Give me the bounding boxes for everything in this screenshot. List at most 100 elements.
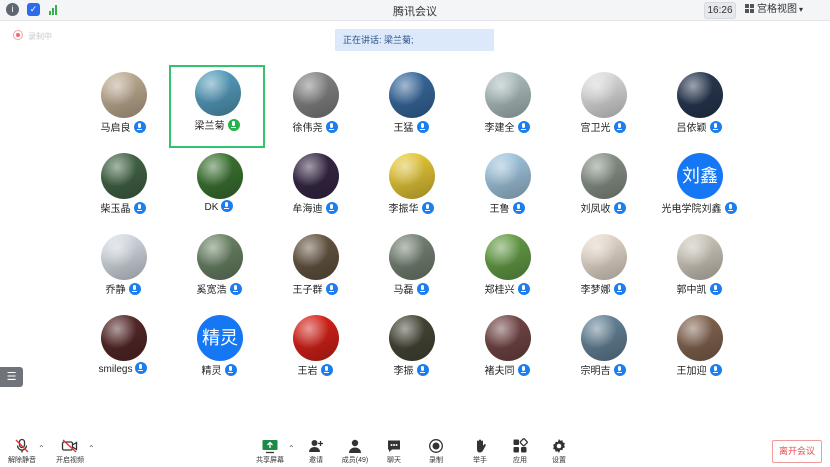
participant-name: 乔静: [105, 285, 126, 296]
mic-muted-icon: [416, 364, 429, 376]
participant-name-row: 王鲁: [459, 200, 555, 215]
mic-muted-icon: [724, 202, 737, 214]
avatar: [197, 234, 243, 280]
gear-icon: [548, 438, 570, 454]
invite-button[interactable]: 邀请: [304, 438, 328, 466]
participant-tile[interactable]: 王子群: [267, 229, 363, 309]
participant-name: 王猛: [393, 123, 414, 134]
audio-options-chevron-icon[interactable]: ⌃: [38, 444, 45, 453]
members-label: 成员(49): [341, 457, 369, 464]
avatar: [293, 153, 339, 199]
members-icon: [339, 438, 371, 454]
mic-muted-icon: [709, 121, 722, 133]
video-options-chevron-icon[interactable]: ⌃: [88, 444, 95, 453]
participant-name: 李振: [393, 366, 414, 377]
leave-meeting-button[interactable]: 离开会议: [772, 440, 822, 463]
participant-tile[interactable]: smilegs: [75, 310, 171, 390]
participant-tile[interactable]: 刘鑫 光电学院刘鑫: [651, 148, 747, 228]
participant-tile[interactable]: 马磊: [363, 229, 459, 309]
mic-muted-icon: [325, 121, 338, 133]
participant-tile[interactable]: 郭中凯: [651, 229, 747, 309]
members-button[interactable]: 成员(49): [339, 438, 371, 466]
share-options-chevron-icon[interactable]: ⌃: [288, 444, 295, 453]
mic-muted-icon: [416, 121, 429, 133]
mic-muted-icon: [421, 202, 434, 214]
participant-tile[interactable]: 吕依颖: [651, 67, 747, 147]
participant-name: 郑桂兴: [484, 285, 515, 296]
avatar: [581, 315, 627, 361]
participant-name: 柴玉晶: [100, 204, 131, 215]
participant-tile[interactable]: 褚夫同: [459, 310, 555, 390]
participant-name: 郭中凯: [676, 285, 707, 296]
invite-user-icon: [304, 438, 328, 454]
mic-muted-icon: [224, 364, 237, 376]
participant-tile[interactable]: 梁兰菊: [169, 65, 265, 148]
avatar: [101, 72, 147, 118]
participant-tile[interactable]: 奚宽浩: [171, 229, 267, 309]
participant-tile[interactable]: 精灵 精灵: [171, 310, 267, 390]
mic-muted-icon: [613, 121, 626, 133]
avatar: [195, 70, 241, 116]
participant-tile[interactable]: 王岩: [267, 310, 363, 390]
participant-name-row: 宫卫光: [555, 119, 651, 134]
participant-name: 李振华: [388, 204, 419, 215]
participant-name-row: DK: [171, 200, 267, 213]
participant-tile[interactable]: 郑桂兴: [459, 229, 555, 309]
participant-name: 王子群: [292, 285, 323, 296]
chat-button[interactable]: 聊天: [383, 438, 405, 466]
participant-tile[interactable]: 乔静: [75, 229, 171, 309]
avatar: [389, 315, 435, 361]
participant-tile[interactable]: 宗明吉: [555, 310, 651, 390]
participant-tile[interactable]: 宫卫光: [555, 67, 651, 147]
participant-tile[interactable]: DK: [171, 148, 267, 228]
participant-name: 宫卫光: [580, 123, 611, 134]
mic-muted-icon: [128, 283, 141, 295]
participant-tile[interactable]: 徐伟尧: [267, 67, 363, 147]
mic-muted-icon: [613, 202, 626, 214]
avatar: [197, 153, 243, 199]
settings-button[interactable]: 设置: [548, 438, 570, 466]
record-button[interactable]: 录制: [425, 438, 447, 466]
avatar: [101, 153, 147, 199]
record-label: 录制: [429, 457, 443, 464]
participant-tile[interactable]: 李梦娜: [555, 229, 651, 309]
unmute-button[interactable]: 解除静音: [5, 438, 39, 466]
participant-tile[interactable]: 王猛: [363, 67, 459, 147]
mic-muted-icon: [325, 202, 338, 214]
mic-muted-icon: [221, 200, 234, 212]
participant-name: 梁兰菊: [194, 121, 225, 132]
apps-button[interactable]: 应用: [509, 438, 531, 466]
chat-label: 聊天: [387, 457, 401, 464]
participant-tile[interactable]: 王加迎: [651, 310, 747, 390]
avatar: [293, 72, 339, 118]
apps-icon: [509, 438, 531, 454]
raise-hand-label: 举手: [473, 457, 487, 464]
sidebar-toggle-icon[interactable]: ☰: [0, 367, 23, 387]
mic-muted-icon: [320, 364, 333, 376]
avatar: [485, 315, 531, 361]
invite-label: 邀请: [309, 457, 323, 464]
participant-tile[interactable]: 李振华: [363, 148, 459, 228]
participant-name-row: 王岩: [267, 362, 363, 377]
share-screen-button[interactable]: 共享屏幕: [254, 438, 286, 466]
participant-name-row: 王加迎: [651, 362, 747, 377]
start-video-button[interactable]: 开启视频: [52, 438, 88, 466]
participant-name: 光电学院刘鑫: [661, 204, 722, 215]
participant-tile[interactable]: 李建全: [459, 67, 555, 147]
participant-tile[interactable]: 马启良: [75, 67, 171, 147]
participant-tile[interactable]: 牟海迪: [267, 148, 363, 228]
participant-tile[interactable]: 王鲁: [459, 148, 555, 228]
participant-name-row: 郑桂兴: [459, 281, 555, 296]
participant-name-row: 刘凤收: [555, 200, 651, 215]
participant-tile[interactable]: 柴玉晶: [75, 148, 171, 228]
mic-muted-icon: [613, 364, 626, 376]
participant-name-row: 王猛: [363, 119, 459, 134]
participant-name: 李建全: [484, 123, 515, 134]
participant-tile[interactable]: 李振: [363, 310, 459, 390]
participant-name: 吕依颖: [676, 123, 707, 134]
participant-tile[interactable]: 刘凤收: [555, 148, 651, 228]
mic-muted-icon: [416, 283, 429, 295]
raise-hand-button[interactable]: 举手: [469, 438, 491, 466]
participant-name-row: 宗明吉: [555, 362, 651, 377]
mic-muted-icon: [709, 283, 722, 295]
